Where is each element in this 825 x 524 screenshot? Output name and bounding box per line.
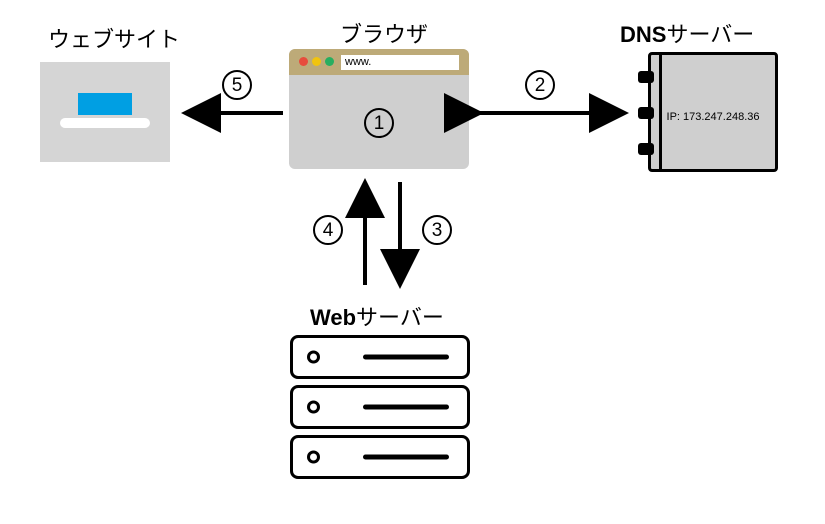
- server-unit: [290, 435, 470, 479]
- browser-window: www. 1: [289, 49, 469, 169]
- server-unit: [290, 385, 470, 429]
- step-1-circle: 1: [364, 108, 394, 138]
- dns-ip-text: IP: 173.247.248.36: [651, 111, 775, 123]
- browser-url-field: www.: [341, 55, 459, 70]
- website-box: [40, 62, 170, 162]
- server-slot-icon: [363, 405, 449, 410]
- label-dns: DNSサーバー: [620, 17, 754, 49]
- dns-server-box: IP: 173.247.248.36: [648, 52, 778, 172]
- label-webserver-bold: Web: [310, 305, 356, 330]
- label-website: ウェブサイト: [48, 22, 180, 54]
- label-dns-suffix: サーバー: [666, 22, 754, 47]
- step-3-circle: 3: [422, 215, 452, 245]
- server-led-icon: [307, 451, 320, 464]
- step-5-circle: 5: [222, 70, 252, 100]
- website-content-icon: [78, 93, 132, 115]
- web-server-stack: [290, 335, 470, 485]
- server-unit: [290, 335, 470, 379]
- website-content-bar: [60, 118, 150, 128]
- label-webserver-suffix: サーバー: [356, 305, 444, 330]
- server-led-icon: [307, 401, 320, 414]
- label-dns-bold: DNS: [620, 22, 666, 47]
- dns-port-icon: [638, 143, 654, 155]
- step-2-circle: 2: [525, 70, 555, 100]
- step-4-circle: 4: [313, 215, 343, 245]
- server-slot-icon: [363, 455, 449, 460]
- label-webserver: Webサーバー: [310, 300, 444, 332]
- traffic-light-max-icon: [325, 57, 334, 66]
- server-slot-icon: [363, 355, 449, 360]
- traffic-light-min-icon: [312, 57, 321, 66]
- dns-port-icon: [638, 71, 654, 83]
- server-led-icon: [307, 351, 320, 364]
- browser-titlebar: www.: [289, 49, 469, 75]
- label-browser: ブラウザ: [340, 17, 428, 49]
- traffic-light-close-icon: [299, 57, 308, 66]
